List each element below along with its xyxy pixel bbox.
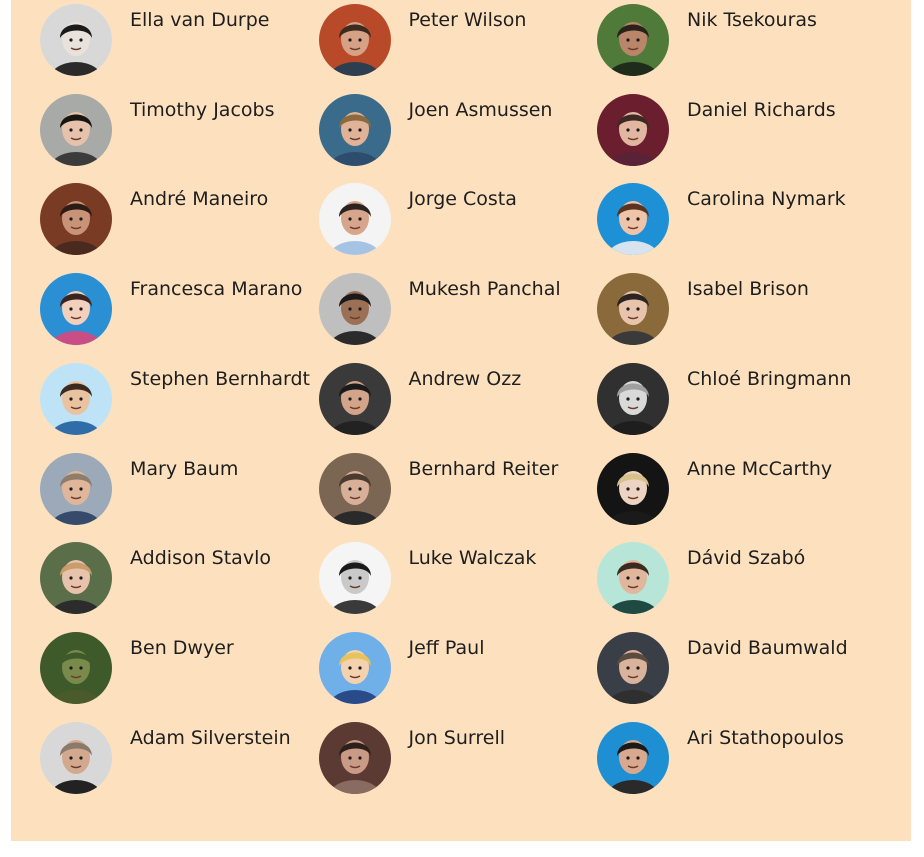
person-jon-surrell[interactable]: Jon Surrell (318, 721, 589, 794)
person-stephen-bernhardt[interactable]: Stephen Bernhardt (40, 362, 310, 435)
contributors-panel: Ella van Durpe Peter Wilson Nik Tsekouras T… (11, 0, 911, 841)
person-name: Jon Surrell (408, 726, 506, 749)
avatar (318, 93, 391, 166)
person-name: Ari Stathopoulos (687, 726, 844, 749)
person-addison-stavlo[interactable]: Addison Stavlo (40, 542, 310, 615)
person-name: Mary Baum (130, 457, 239, 480)
person-timothy-jacobs[interactable]: Timothy Jacobs (40, 93, 310, 166)
person-jorge-costa[interactable]: Jorge Costa (318, 183, 589, 256)
person-name: Jeff Paul (408, 636, 485, 659)
person-bernhard-reiter[interactable]: Bernhard Reiter (318, 452, 589, 525)
person-ben-dwyer[interactable]: Ben Dwyer (40, 631, 310, 704)
avatar (318, 273, 391, 346)
avatar (40, 273, 112, 346)
person-jeff-paul[interactable]: Jeff Paul (318, 631, 589, 704)
avatar (318, 183, 391, 256)
person-ella-van-durpe[interactable]: Ella van Durpe (40, 4, 310, 76)
person-name: Dávid Szabó (687, 547, 806, 570)
avatar (40, 452, 112, 525)
person-ari-stathopoulos[interactable]: Ari Stathopoulos (597, 721, 867, 794)
person-name: Bernhard Reiter (408, 457, 559, 480)
person-nik-tsekouras[interactable]: Nik Tsekouras (597, 4, 867, 76)
avatar (318, 721, 391, 794)
avatar (40, 4, 112, 76)
avatar (40, 93, 112, 166)
person-name: Jorge Costa (408, 188, 517, 211)
person-joen-asmussen[interactable]: Joen Asmussen (318, 93, 589, 166)
person-name: Andrew Ozz (408, 367, 522, 390)
person-name: Mukesh Panchal (408, 278, 561, 301)
avatar (597, 721, 669, 794)
person-carolina-nymark[interactable]: Carolina Nymark (597, 183, 867, 256)
avatar (40, 542, 112, 615)
avatar (318, 631, 391, 704)
person-chloe-bringmann[interactable]: Chloé Bringmann (597, 362, 867, 435)
person-anne-mccarthy[interactable]: Anne McCarthy (597, 452, 867, 525)
person-name: André Maneiro (130, 188, 269, 211)
person-name: Daniel Richards (687, 98, 836, 121)
person-name: Isabel Brison (687, 278, 809, 301)
person-name: Chloé Bringmann (687, 367, 852, 390)
person-name: Luke Walczak (408, 547, 537, 570)
person-isabel-brison[interactable]: Isabel Brison (597, 273, 867, 346)
avatar (597, 542, 669, 615)
avatar (318, 4, 391, 76)
avatar (318, 362, 391, 435)
person-name: Francesca Marano (130, 278, 303, 301)
avatar (40, 183, 112, 256)
person-daniel-richards[interactable]: Daniel Richards (597, 93, 867, 166)
person-name: Adam Silverstein (130, 726, 291, 749)
avatar (597, 362, 669, 435)
person-name: Addison Stavlo (130, 547, 271, 570)
person-andrew-ozz[interactable]: Andrew Ozz (318, 362, 589, 435)
person-name: Nik Tsekouras (687, 9, 817, 31)
person-adam-silverstein[interactable]: Adam Silverstein (40, 721, 310, 794)
person-peter-wilson[interactable]: Peter Wilson (318, 4, 589, 76)
person-name: Ella van Durpe (130, 9, 270, 31)
person-name: David Baumwald (687, 636, 848, 659)
person-name: Anne McCarthy (687, 457, 833, 480)
avatar (597, 93, 669, 166)
avatar (597, 631, 669, 704)
person-andre-maneiro[interactable]: André Maneiro (40, 183, 310, 256)
avatar (40, 631, 112, 704)
person-david-baumwald[interactable]: David Baumwald (597, 631, 867, 704)
person-francesca-marano[interactable]: Francesca Marano (40, 273, 310, 346)
avatar (597, 452, 669, 525)
person-mary-baum[interactable]: Mary Baum (40, 452, 310, 525)
person-name: Timothy Jacobs (130, 98, 275, 121)
person-mukesh-panchal[interactable]: Mukesh Panchal (318, 273, 589, 346)
avatar (40, 362, 112, 435)
person-name: Peter Wilson (408, 9, 527, 31)
avatar (318, 452, 391, 525)
avatar (40, 721, 112, 794)
person-name: Ben Dwyer (130, 636, 234, 659)
person-name: Carolina Nymark (687, 188, 846, 211)
avatar (597, 4, 669, 76)
avatar (597, 183, 669, 256)
person-name: Joen Asmussen (408, 98, 553, 121)
avatar (597, 273, 669, 346)
person-name: Stephen Bernhardt (130, 367, 310, 390)
avatar (318, 542, 391, 615)
person-luke-walczak[interactable]: Luke Walczak (318, 542, 589, 615)
person-david-szabo[interactable]: Dávid Szabó (597, 542, 867, 615)
